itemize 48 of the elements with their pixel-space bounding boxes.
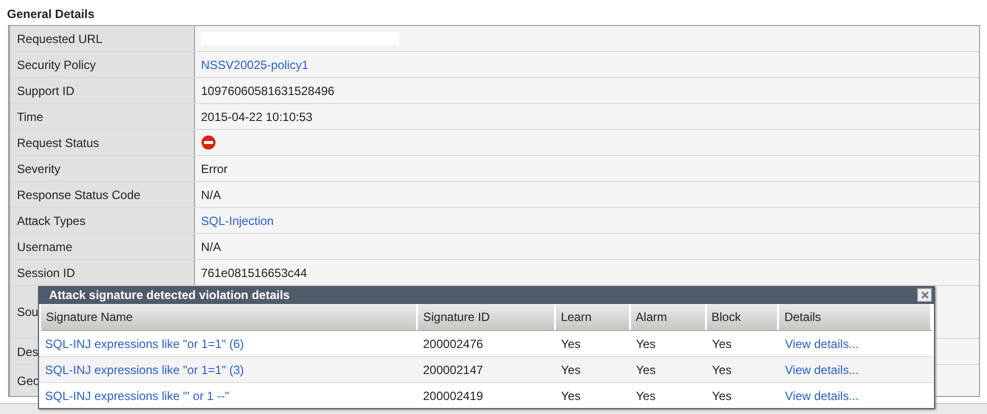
table-cell: 200002476	[423, 336, 484, 350]
field-label: Request Status	[17, 136, 100, 150]
column-header[interactable]: Block	[706, 304, 780, 330]
column-header[interactable]: Signature ID	[418, 304, 556, 330]
field-label: Requested URL	[17, 32, 102, 46]
field-label: Sou	[17, 305, 38, 319]
table-cell: Yes	[712, 388, 732, 402]
dialog-title: Attack signature detected violation details	[49, 288, 290, 302]
table-cell: Yes	[636, 336, 656, 350]
field-label: Time	[17, 110, 44, 124]
close-button[interactable]	[917, 288, 932, 302]
view-details-link[interactable]: View details...	[785, 336, 859, 350]
table-cell: Yes	[561, 336, 581, 350]
field-label: Username	[17, 240, 72, 254]
field-label: Response Status Code	[17, 188, 140, 202]
table-cell: Yes	[712, 362, 732, 376]
field-label: Session ID	[17, 266, 76, 280]
column-header[interactable]: Details	[779, 304, 932, 330]
field-value: 10976060581631528496	[201, 84, 334, 98]
signature-link[interactable]: SQL-INJ expressions like "or 1=1" (3)	[45, 362, 244, 376]
table-cell: Yes	[561, 388, 581, 402]
column-header[interactable]: Alarm	[630, 304, 706, 330]
view-details-link[interactable]: View details...	[785, 362, 859, 376]
section-title: General Details	[6, 6, 96, 23]
signature-link[interactable]: SQL-INJ expressions like "' or 1 --"	[45, 388, 230, 402]
field-value: N/A	[201, 188, 222, 202]
field-label: Security Policy	[17, 58, 96, 72]
table-cell: Yes	[636, 388, 656, 402]
field-link[interactable]: NSSV20025-policy1	[201, 58, 308, 72]
table-cell: 200002419	[423, 388, 484, 402]
field-label: Attack Types	[17, 214, 86, 228]
column-header[interactable]: Signature Name	[41, 304, 418, 330]
table-cell: Yes	[636, 362, 656, 376]
view-details-link[interactable]: View details...	[785, 388, 859, 402]
signature-link[interactable]: SQL-INJ expressions like "or 1=1" (6)	[45, 336, 244, 350]
close-icon	[920, 291, 928, 299]
table-cell: 200002147	[423, 362, 484, 376]
field-value: 761e081516653c44	[201, 266, 308, 280]
field-link[interactable]: SQL-Injection	[201, 214, 274, 228]
field-label: Des	[17, 344, 38, 358]
table-cell: Yes	[561, 362, 581, 376]
field-value: Error	[201, 162, 228, 176]
column-header[interactable]: Learn	[556, 304, 631, 330]
field-label: Severity	[17, 162, 60, 176]
field-value: N/A	[201, 240, 222, 254]
field-value: 2015-04-22 10:10:53	[201, 110, 312, 124]
table-cell: Yes	[712, 336, 732, 350]
field-label: Support ID	[17, 84, 74, 98]
